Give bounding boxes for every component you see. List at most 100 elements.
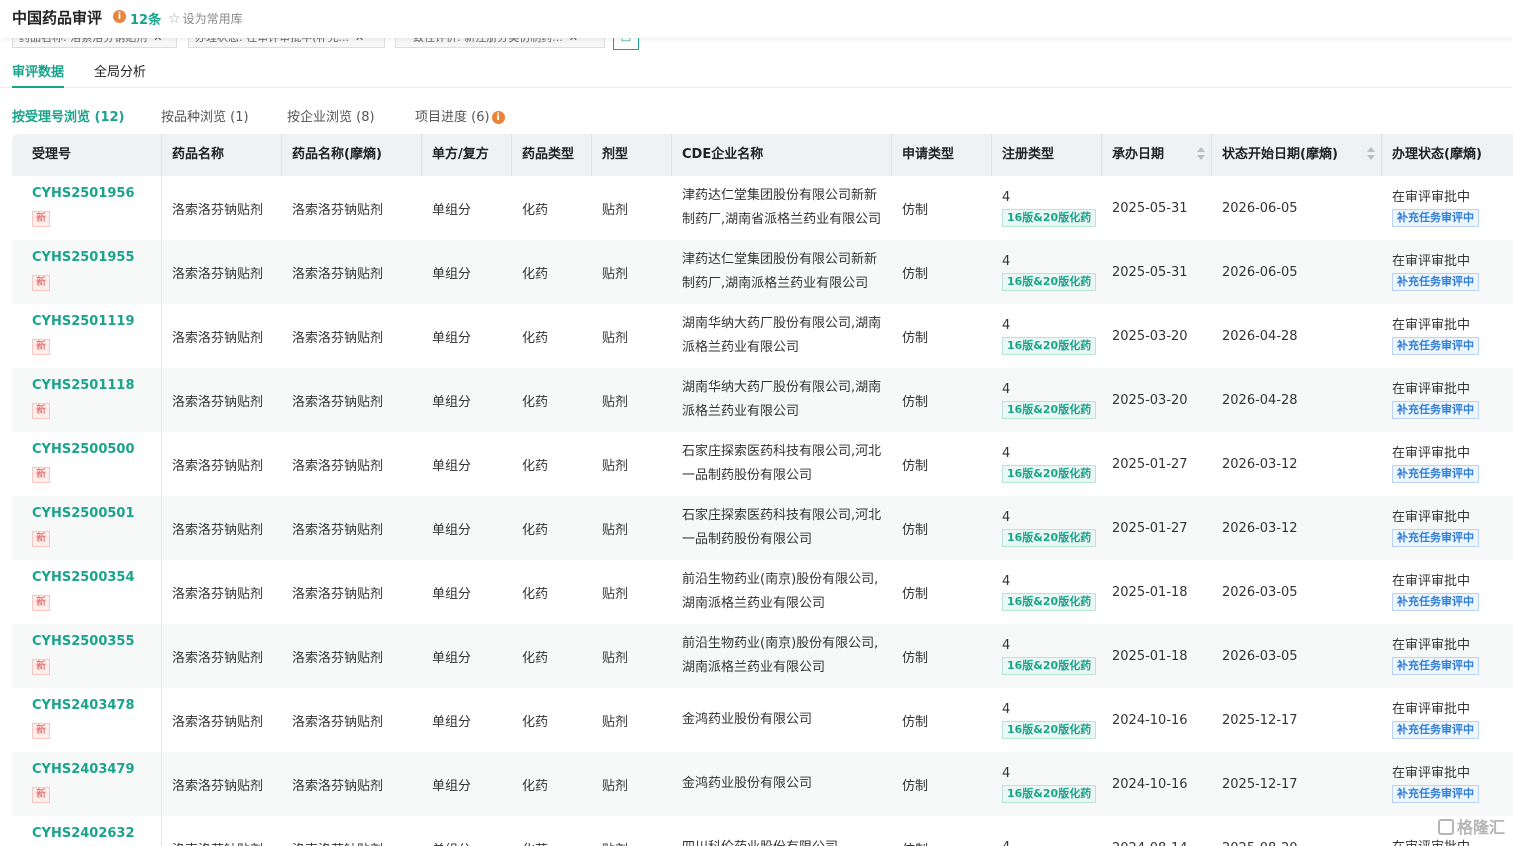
results-table: 受理号 药品名称 药品名称(摩熵) 单方/复方 药品类型 剂型 CDE企业名称 … [12, 134, 1513, 846]
cell-reg-type: 4 16版&20版化药 [992, 688, 1102, 752]
reg-type-number: 4 [1002, 574, 1011, 589]
cell-drug-type: 化药 [512, 816, 592, 846]
status-badge: 补充任务审评中 [1392, 657, 1479, 675]
cell-status: 在审评审批中 补充任务审评中 [1382, 176, 1513, 240]
cell-reg-type: 4 16版&20版化药 [992, 368, 1102, 432]
tab-review-data[interactable]: 审评数据 [12, 61, 64, 80]
cell-acceptance-no: CYHS2403479 新 [12, 752, 162, 816]
acceptance-no-link[interactable]: CYHS2500355 [32, 634, 135, 649]
cell-undertake-date: 2025-01-18 [1112, 584, 1188, 600]
favorite-label: 设为常用库 [182, 12, 243, 26]
cell-company: 湖南华纳大药厂股份有限公司,湖南派格兰药业有限公司 [682, 380, 882, 419]
cell-acceptance-no: CYHS2501119 新 [12, 304, 162, 368]
cell-combo: 单组分 [432, 330, 472, 346]
tab-by-acceptance[interactable]: 按受理号浏览 (12) [12, 106, 125, 125]
col-company[interactable]: CDE企业名称 [672, 134, 892, 176]
cell-reg-type: 4 16版&20版化药 [992, 624, 1102, 688]
acceptance-no-link[interactable]: CYHS2500500 [32, 442, 135, 457]
cell-company: 前沿生物药业(南京)股份有限公司,湖南派格兰药业有限公司 [682, 636, 879, 675]
tab-project-progress[interactable]: 项目进度 (6) i [415, 106, 505, 125]
table-row[interactable]: CYHS2501118 新 洛索洛芬钠贴剂 洛索洛芬钠贴剂 单组分 化药 贴剂 仿制 2025-… [12, 368, 1513, 432]
col-acceptance-no[interactable]: 受理号 [12, 134, 162, 176]
cell-acceptance-no: CYHS2500500 新 [12, 432, 162, 496]
table-row[interactable]: CYHS2500354 新 洛索洛芬钠贴剂 洛索洛芬钠贴剂 单组分 化药 贴剂 仿制 2025-… [12, 560, 1513, 624]
cell-undertake-date: 2025-01-27 [1112, 456, 1188, 472]
tab-by-company[interactable]: 按企业浏览 (8) [287, 106, 375, 125]
acceptance-no-link[interactable]: CYHS2403478 [32, 698, 135, 713]
status-text: 在审评审批中 [1392, 574, 1471, 589]
acceptance-no-link[interactable]: CYHS2501956 [32, 186, 135, 201]
cell-drug-name: 洛索洛芬钠贴剂 [172, 778, 264, 794]
col-drug-type[interactable]: 药品类型 [512, 134, 592, 176]
table-row[interactable]: CYHS2403478 新 洛索洛芬钠贴剂 洛索洛芬钠贴剂 单组分 化药 贴剂 仿制 2024-… [12, 688, 1513, 752]
table-row[interactable]: CYHS2500355 新 洛索洛芬钠贴剂 洛索洛芬钠贴剂 单组分 化药 贴剂 仿制 2025-… [12, 624, 1513, 688]
col-app-type[interactable]: 申请类型 [892, 134, 992, 176]
col-status-date[interactable]: 状态开始日期(摩熵) [1212, 134, 1382, 176]
col-dosage-form[interactable]: 剂型 [592, 134, 672, 176]
table-row[interactable]: CYHS2501955 新 洛索洛芬钠贴剂 洛索洛芬钠贴剂 单组分 化药 贴剂 仿制 2025-… [12, 240, 1513, 304]
table-row[interactable]: CYHS2501956 新 洛索洛芬钠贴剂 洛索洛芬钠贴剂 单组分 化药 贴剂 仿制 2025-… [12, 176, 1513, 240]
col-drug-name-ms[interactable]: 药品名称(摩熵) [282, 134, 422, 176]
cell-reg-type: 4 16版&20版化药 [992, 176, 1102, 240]
acceptance-no-link[interactable]: CYHS2402632 [32, 826, 135, 841]
cell-reg-type: 4 16版&20版化药 [992, 304, 1102, 368]
cell-drug-type: 化药 [522, 650, 549, 666]
cell-drug-type: 化药 [522, 714, 549, 730]
table-row[interactable]: CYHS2402632新洛索洛芬钠贴剂洛索洛芬钠贴剂单组分化药贴剂仿制2024-… [12, 816, 1513, 846]
col-status[interactable]: 办理状态(摩熵) [1382, 134, 1513, 176]
status-text: 在审评审批中 [1392, 766, 1471, 781]
col-combo[interactable]: 单方/复方 [422, 134, 512, 176]
table-row[interactable]: CYHS2500500 新 洛索洛芬钠贴剂 洛索洛芬钠贴剂 单组分 化药 贴剂 仿制 2025-… [12, 432, 1513, 496]
cell-drug-type: 化药 [522, 458, 549, 474]
cell-drug-name-ms: 洛索洛芬钠贴剂 [292, 586, 384, 602]
cell-reg-type: 4 [992, 816, 1102, 846]
cell-status-date: 2025-08-20 [1212, 816, 1382, 846]
table-row[interactable]: CYHS2501119 新 洛索洛芬钠贴剂 洛索洛芬钠贴剂 单组分 化药 贴剂 仿制 2025-… [12, 304, 1513, 368]
col-reg-type[interactable]: 注册类型 [992, 134, 1102, 176]
reg-type-number: 4 [1002, 638, 1011, 653]
sort-icon[interactable] [1197, 147, 1205, 163]
reg-type-number: 4 [1002, 839, 1010, 846]
cell-company: 津药达仁堂集团股份有限公司新新制药厂,湖南省派格兰药业有限公司 [682, 188, 882, 227]
cell-app-type: 仿制 [902, 394, 929, 410]
reg-type-tag: 16版&20版化药 [1002, 785, 1097, 803]
table-row[interactable]: CYHS2500501 新 洛索洛芬钠贴剂 洛索洛芬钠贴剂 单组分 化药 贴剂 仿制 2025-… [12, 496, 1513, 560]
main-tabs: 审评数据 全局分析 [0, 52, 1513, 88]
table-row[interactable]: CYHS2403479 新 洛索洛芬钠贴剂 洛索洛芬钠贴剂 单组分 化药 贴剂 仿制 2024-… [12, 752, 1513, 816]
cell-app-type: 仿制 [902, 330, 929, 346]
col-undertake-date[interactable]: 承办日期 [1102, 134, 1212, 176]
acceptance-no-link[interactable]: CYHS2501119 [32, 314, 135, 329]
cell-acceptance-no: CYHS2501118 新 [12, 368, 162, 432]
cell-status-date: 2026-04-28 [1222, 328, 1298, 344]
cell-app-type: 仿制 [892, 816, 992, 846]
cell-status: 在审评审批中 补充任务审评中 [1382, 752, 1513, 816]
info-icon[interactable]: i [113, 10, 126, 23]
acceptance-no-link[interactable]: CYHS2403479 [32, 762, 135, 777]
cell-status: 在审评审批中 补充任务审评中 [1382, 624, 1513, 688]
cell-drug-name: 洛索洛芬钠贴剂 [172, 330, 264, 346]
cell-combo: 单组分 [432, 586, 472, 602]
status-badge: 补充任务审评中 [1392, 465, 1479, 483]
cell-combo: 单组分 [432, 778, 472, 794]
tab-by-variety[interactable]: 按品种浏览 (1) [161, 106, 249, 125]
col-drug-name[interactable]: 药品名称 [162, 134, 282, 176]
acceptance-no-link[interactable]: CYHS2500501 [32, 506, 135, 521]
acceptance-no-link[interactable]: CYHS2501118 [32, 378, 135, 393]
acceptance-no-link[interactable]: CYHS2501955 [32, 250, 135, 265]
set-favorite-button[interactable]: ☆ 设为常用库 [168, 10, 243, 27]
tab-global-analysis[interactable]: 全局分析 [94, 61, 146, 80]
cell-status-date: 2026-03-12 [1222, 456, 1298, 472]
new-badge: 新 [32, 723, 50, 739]
new-badge: 新 [32, 595, 50, 611]
status-badge: 补充任务审评中 [1392, 593, 1479, 611]
result-count: 12条 [130, 13, 162, 28]
status-badge: 补充任务审评中 [1392, 785, 1479, 803]
acceptance-no-link[interactable]: CYHS2500354 [32, 570, 135, 585]
cell-drug-name: 洛索洛芬钠贴剂 [172, 714, 264, 730]
reg-type-number: 4 [1002, 254, 1011, 269]
info-icon[interactable]: i [491, 111, 505, 124]
sort-icon[interactable] [1367, 147, 1375, 163]
reg-type-tag: 16版&20版化药 [1002, 529, 1097, 547]
cell-acceptance-no: CYHS2500501 新 [12, 496, 162, 560]
cell-drug-type: 化药 [522, 202, 549, 218]
